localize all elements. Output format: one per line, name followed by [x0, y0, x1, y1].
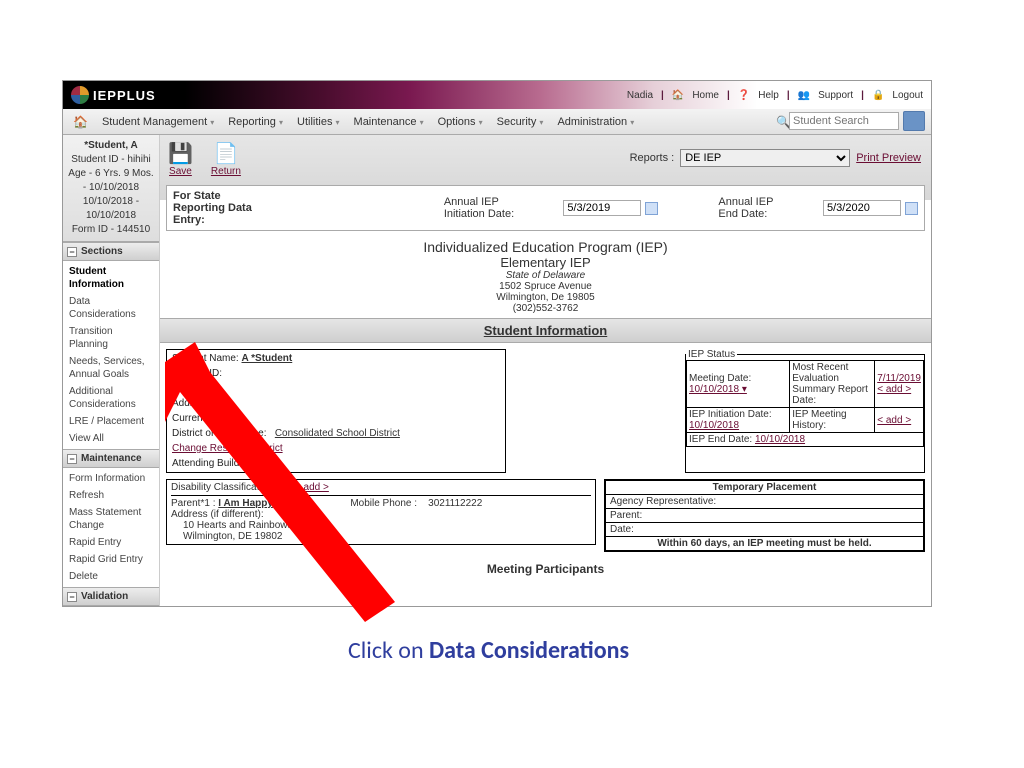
iep-end-input[interactable]: [823, 200, 901, 216]
sidebar-item-view-all[interactable]: View All: [63, 430, 159, 447]
toolbar: 💾 Save 📄 Return Reports : DE IEP Print P…: [160, 135, 931, 183]
maintenance-header[interactable]: −Maintenance: [63, 449, 159, 468]
help-icon: [738, 90, 750, 101]
student-card: *Student, A Student ID - hihihi Age - 6 …: [63, 135, 159, 242]
menubar-home-icon[interactable]: 🏠: [67, 115, 94, 129]
instruction-caption: Click on Data Considerations: [348, 636, 629, 665]
student-info-panel: Student Name: A *Student Student ID: D.O…: [166, 349, 506, 473]
iep-subtitle: Elementary IEP: [160, 255, 931, 270]
top-links: Nadia | Home | Help | Support | Logout: [627, 81, 923, 109]
sidebar-item-data-considerations[interactable]: Data Considerations: [63, 293, 159, 323]
brand-logo: IEPPLUS: [63, 86, 164, 104]
save-button[interactable]: 💾 Save: [168, 141, 193, 177]
temp-placement-panel: Temporary Placement Agency Representativ…: [604, 479, 925, 552]
sidebar-item-student-information[interactable]: Student Information: [63, 263, 159, 293]
summary-add-link[interactable]: < add >: [877, 384, 911, 395]
sidebar-item-rapid-entry[interactable]: Rapid Entry: [63, 534, 159, 551]
addr-line-2: Wilmington, De 19805: [160, 292, 931, 303]
iep-status-panel: IEP Status Meeting Date: 10/10/2018 ▾ Mo…: [685, 349, 925, 473]
state-line: State of Delaware: [160, 270, 931, 281]
sidebar: *Student, A Student ID - hihihi Age - 6 …: [63, 135, 160, 606]
return-icon: 📄: [211, 141, 241, 166]
logo-icon: [71, 86, 89, 104]
state-reporting-row: For State Reporting Data Entry: Annual I…: [166, 185, 925, 231]
menu-administration[interactable]: Administration ▾: [551, 112, 640, 132]
sidebar-item-transition-planning[interactable]: Transition Planning: [63, 323, 159, 353]
change-district-link[interactable]: Change Resident District: [172, 443, 283, 454]
state-entry-label: For State Reporting Data Entry:: [173, 190, 264, 226]
disability-add-link[interactable]: < add >: [295, 482, 329, 493]
calendar-icon[interactable]: [905, 202, 918, 215]
collapse-icon[interactable]: −: [67, 247, 77, 257]
form-id: Form ID - 144510: [65, 223, 157, 237]
section-bar-student-info: Student Information: [160, 318, 931, 343]
sidebar-item-delete[interactable]: Delete: [63, 568, 159, 585]
help-link[interactable]: Help: [758, 90, 779, 101]
menu-reporting[interactable]: Reporting ▾: [222, 112, 289, 132]
app-window: IEPPLUS Nadia | Home | Help | Support | …: [62, 80, 932, 607]
search-button[interactable]: [903, 111, 925, 131]
student-age: Age - 6 Yrs. 9 Mos.: [65, 167, 157, 181]
disability-panel: Disability Classification: < add > Paren…: [166, 479, 596, 545]
collapse-icon[interactable]: −: [67, 454, 77, 464]
meeting-participants-heading: Meeting Participants: [160, 558, 931, 580]
eval-date-link[interactable]: 7/11/2019: [877, 373, 921, 384]
menu-student-management[interactable]: Student Management ▾: [96, 112, 220, 132]
print-preview-link[interactable]: Print Preview: [856, 152, 921, 164]
iep-status-legend: IEP Status: [686, 349, 737, 360]
student-name: *Student, A: [65, 139, 157, 153]
sidebar-item-needs-services[interactable]: Needs, Services, Annual Goals: [63, 353, 159, 383]
menu-options[interactable]: Options ▾: [432, 112, 489, 132]
brand-text: IEPPLUS: [93, 88, 156, 103]
user-name: Nadia: [627, 90, 653, 101]
search-input[interactable]: [789, 112, 899, 130]
student-id: Student ID - hihihi: [65, 153, 157, 167]
menu-maintenance[interactable]: Maintenance ▾: [348, 112, 430, 132]
save-icon: 💾: [168, 141, 193, 166]
sections-header[interactable]: −Sections: [63, 242, 159, 261]
sidebar-item-additional-considerations[interactable]: Additional Considerations: [63, 383, 159, 413]
lock-icon: [872, 90, 884, 101]
return-button[interactable]: 📄 Return: [211, 141, 241, 177]
end-date-link[interactable]: 10/10/2018: [755, 434, 805, 445]
iep-init-label: Annual IEP Initiation Date:: [444, 196, 534, 220]
reports-select[interactable]: DE IEP: [680, 149, 850, 167]
validation-header[interactable]: −Validation: [63, 587, 159, 606]
logout-link[interactable]: Logout: [892, 90, 923, 101]
main-panel: 💾 Save 📄 Return Reports : DE IEP Print P…: [160, 135, 931, 606]
support-link[interactable]: Support: [818, 90, 853, 101]
calendar-icon[interactable]: [645, 202, 658, 215]
iep-title: Individualized Education Program (IEP): [160, 239, 931, 255]
dob-link[interactable]: 1/1: [208, 383, 222, 394]
top-bar: IEPPLUS Nadia | Home | Help | Support | …: [63, 81, 931, 109]
sidebar-item-form-information[interactable]: Form Information: [63, 470, 159, 487]
menu-security[interactable]: Security ▾: [491, 112, 550, 132]
student-range: 10/10/2018 - 10/10/2018: [65, 195, 157, 223]
meeting-date-link[interactable]: 10/10/2018 ▾: [689, 384, 747, 395]
sidebar-item-rapid-grid-entry[interactable]: Rapid Grid Entry: [63, 551, 159, 568]
sidebar-item-lre-placement[interactable]: LRE / Placement: [63, 413, 159, 430]
student-dob: - 10/10/2018: [65, 181, 157, 195]
title-block: Individualized Education Program (IEP) E…: [160, 233, 931, 318]
sidebar-item-mass-statement[interactable]: Mass Statement Change: [63, 504, 159, 534]
init-date-link[interactable]: 10/10/2018: [689, 420, 739, 431]
sidebar-item-refresh[interactable]: Refresh: [63, 487, 159, 504]
menu-bar: 🏠 Student Management ▾ Reporting ▾ Utili…: [63, 109, 931, 135]
home-icon: [672, 90, 684, 101]
history-add-link[interactable]: < add >: [877, 415, 911, 426]
phone-line: (302)552-3762: [160, 303, 931, 314]
collapse-icon[interactable]: −: [67, 592, 77, 602]
reports-label: Reports :: [630, 152, 675, 164]
home-link[interactable]: Home: [692, 90, 719, 101]
iep-end-label: Annual IEP End Date:: [718, 196, 793, 220]
menu-utilities[interactable]: Utilities ▾: [291, 112, 346, 132]
support-icon: [798, 90, 810, 101]
iep-init-input[interactable]: [563, 200, 641, 216]
addr-line-1: 1502 Spruce Avenue: [160, 281, 931, 292]
